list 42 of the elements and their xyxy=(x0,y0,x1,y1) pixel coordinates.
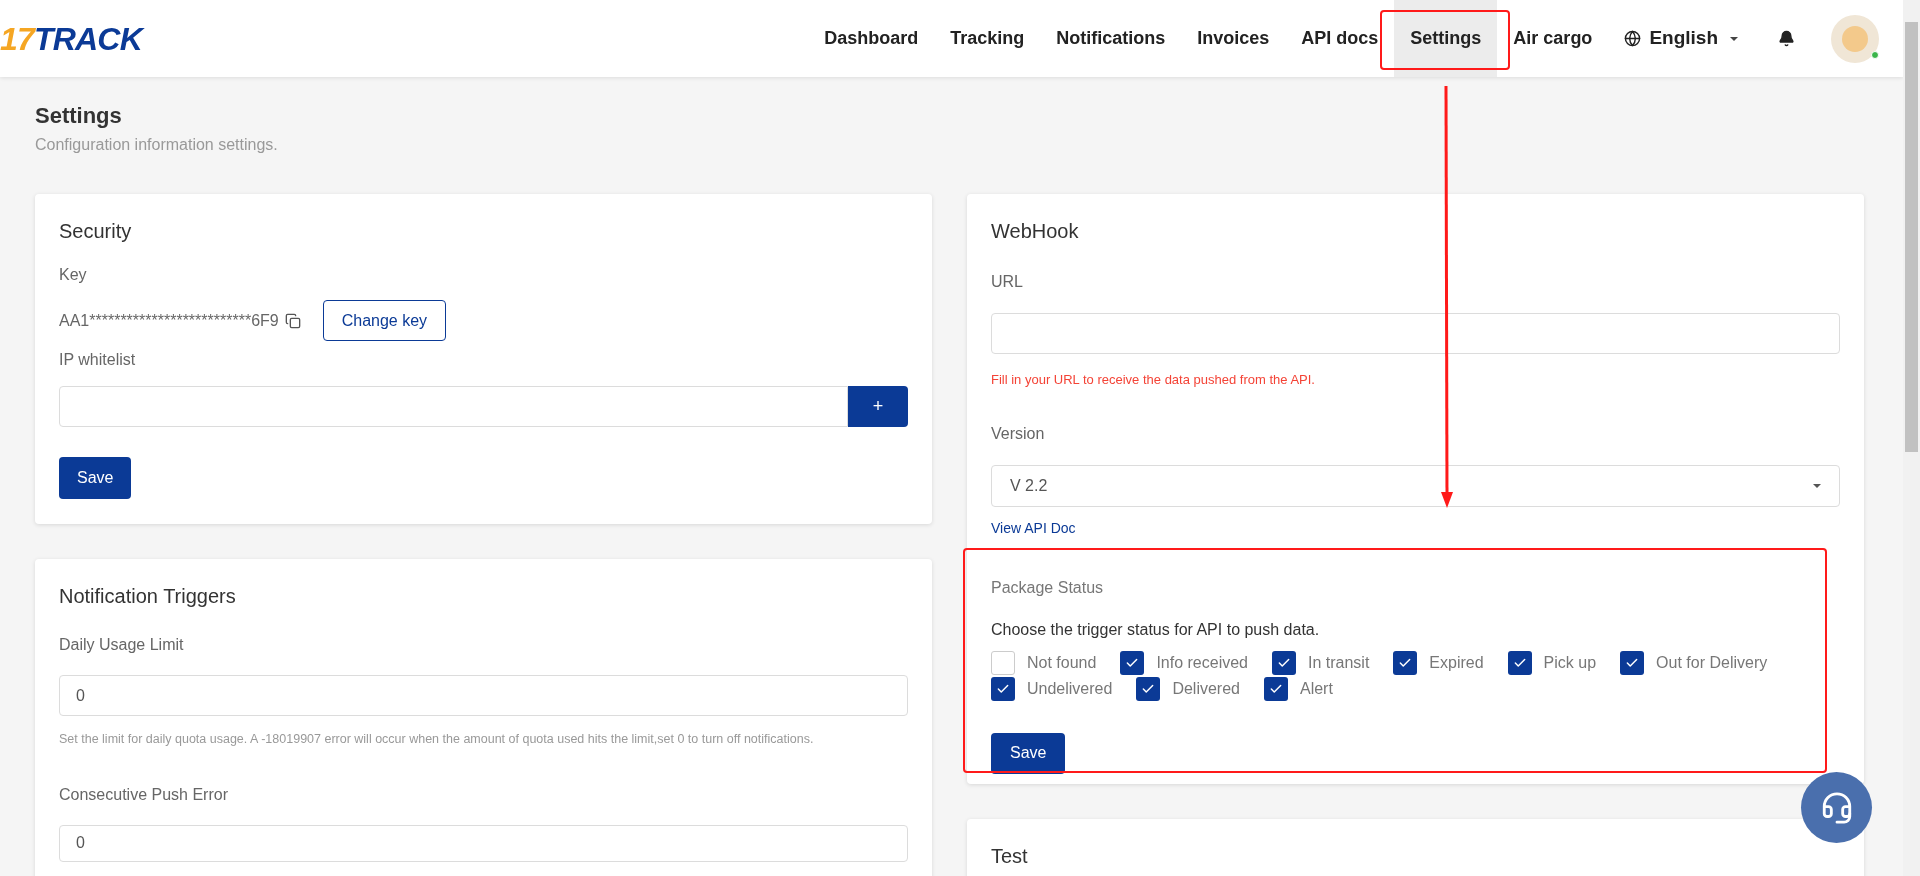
version-select[interactable]: V 2.2 xyxy=(991,464,1840,507)
status-checkbox[interactable]: Delivered xyxy=(1136,676,1240,701)
status-checkbox[interactable]: Expired xyxy=(1393,650,1484,675)
status-checkbox[interactable]: Not found xyxy=(991,650,1097,675)
nav-tab[interactable]: Tracking xyxy=(934,0,1041,77)
status-checkbox[interactable]: Out for Delivery xyxy=(1620,650,1768,675)
field-label: IP whitelist xyxy=(59,350,137,370)
status-checkbox[interactable]: In transit xyxy=(1272,650,1370,675)
status-checkbox[interactable]: Alert xyxy=(1264,676,1333,701)
push-error-input[interactable]: 0 xyxy=(59,824,908,862)
error-hint: Fill in your URL to receive the data pushed from the API. xyxy=(991,371,1316,389)
status-prompt: Choose the trigger status for API to push data. xyxy=(991,619,1321,640)
status-checkbox[interactable]: Info received xyxy=(1120,650,1248,675)
status-checkbox[interactable]: Pick up xyxy=(1507,650,1597,675)
daily-limit-input[interactable]: 0 xyxy=(59,675,908,716)
save-button[interactable]: Save xyxy=(59,457,132,499)
nav-tab[interactable]: Notifications xyxy=(1040,0,1182,77)
field-label: Daily Usage Limit xyxy=(59,635,185,655)
add-button[interactable]: + xyxy=(848,386,908,427)
help-text: Set the limit for daily quota usage. A -18019907 error will occur when the amount of quota used hits the limit,set 0 to turn off notifications. xyxy=(59,731,815,748)
api-doc-link[interactable]: View API Doc xyxy=(991,517,1076,539)
field-label: URL xyxy=(991,272,1024,292)
status-checkbox[interactable]: Undelivered xyxy=(991,676,1113,701)
nav-tab[interactable]: Invoices xyxy=(1181,0,1286,77)
card-title: Notification Triggers xyxy=(59,584,237,609)
save-button[interactable]: Save xyxy=(991,732,1066,774)
change-key-button[interactable]: Change key xyxy=(322,300,447,341)
card-title: WebHook xyxy=(991,219,1080,244)
field-label: Consecutive Push Error xyxy=(59,784,229,805)
nav-tab[interactable]: Dashboard xyxy=(808,0,935,77)
page-subtitle: Configuration information settings. xyxy=(35,135,279,155)
section-label: Package Status xyxy=(991,577,1105,598)
field-label: Version xyxy=(991,423,1046,444)
nav-tab[interactable]: Air cargo xyxy=(1497,0,1609,77)
card-title: Security xyxy=(59,219,133,244)
api-key: AA1**************************6F9 xyxy=(59,308,279,333)
nav-tab[interactable]: Settings xyxy=(1394,0,1498,77)
field-label: Key xyxy=(59,265,88,285)
nav-tab[interactable]: API docs xyxy=(1285,0,1395,77)
language-selector[interactable]: English xyxy=(1624,24,1738,53)
page-title: Settings xyxy=(35,102,123,130)
card-title: Test xyxy=(991,844,1029,869)
